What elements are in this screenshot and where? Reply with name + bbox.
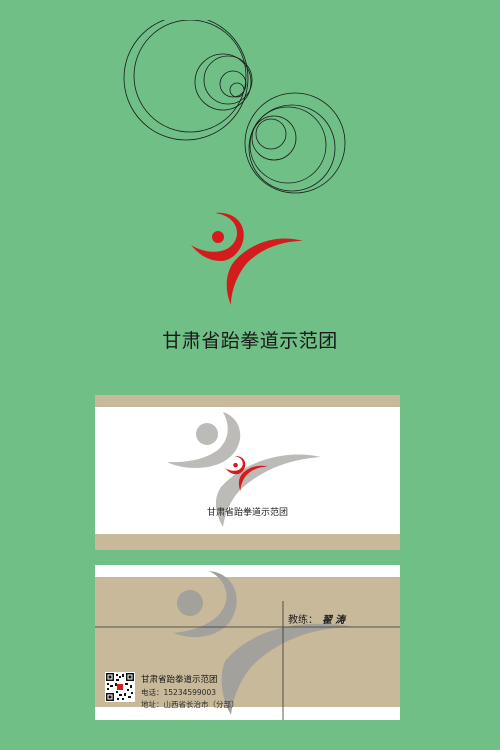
taekwondo-figure-logo-icon	[191, 212, 303, 305]
logo-construction-circles	[123, 20, 346, 194]
phone-number: 15234599003	[163, 688, 217, 697]
business-card-front: 甘肃省跆拳道示范团	[95, 395, 400, 550]
phone-line: 电话：15234599003	[141, 687, 216, 698]
address-line: 地址：山西省长治市（分部）	[141, 699, 239, 710]
address-text: 山西省长治市（分部）	[163, 700, 239, 709]
qr-code-icon	[105, 672, 135, 702]
coach-line: 教练： 翟涛	[288, 611, 348, 626]
business-card-back: 教练： 翟涛 甘肃省跆拳道示范团 电话：15234599003 地址：山西省长治市…	[95, 565, 400, 720]
card-front-panel: 甘肃省跆拳道示范团	[95, 407, 400, 534]
address-label: 地址：	[141, 700, 164, 709]
organization-title: 甘肃省跆拳道示范团	[162, 330, 338, 352]
phone-label: 电话：	[141, 688, 164, 697]
card-front-title: 甘肃省跆拳道示范团	[206, 508, 288, 518]
coach-label: 教练：	[288, 615, 318, 626]
card-back-org-name: 甘肃省跆拳道示范团	[141, 675, 218, 685]
coach-name: 翟涛	[322, 615, 348, 626]
